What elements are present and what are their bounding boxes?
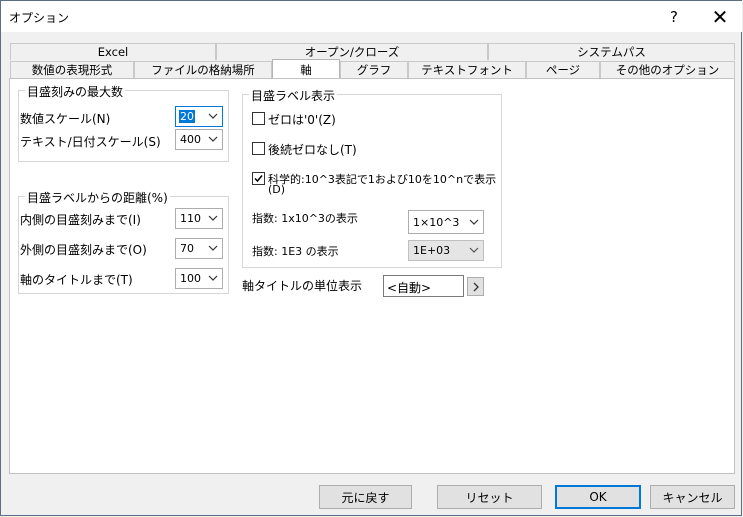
axis-title-distance-label: 軸のタイトルまで(T) xyxy=(20,273,133,287)
tab-graph[interactable]: グラフ xyxy=(340,61,408,78)
chevron-down-icon xyxy=(208,245,218,251)
numeric-scale-label: 数値スケール(N) xyxy=(20,112,111,126)
inner-tick-label: 内側の目盛刻みまで(I) xyxy=(20,213,141,227)
scientific-checkbox-label-line2: (D) xyxy=(268,183,286,196)
tab-row-top: Excel オープン/クローズ システムパス xyxy=(10,43,735,61)
exponent-1e3-select[interactable]: 1E+03 xyxy=(408,240,484,261)
axis-title-unit-button[interactable] xyxy=(467,277,484,296)
outer-tick-label: 外側の目盛刻みまで(O) xyxy=(20,243,147,257)
axis-title-unit-field[interactable]: <自動> xyxy=(383,275,464,297)
axis-title-unit-label: 軸タイトルの単位表示 xyxy=(242,279,363,293)
reset-button[interactable]: リセット xyxy=(437,485,542,509)
chevron-down-icon xyxy=(208,275,218,281)
chevron-down-icon xyxy=(208,136,218,142)
zero-checkbox[interactable] xyxy=(252,112,265,125)
tab-open-close[interactable]: オープン/クローズ xyxy=(216,43,488,60)
tab-excel[interactable]: Excel xyxy=(10,43,216,60)
help-button[interactable]: ? xyxy=(651,1,697,32)
exponent-1e3-label: 指数: 1E3 の表示 xyxy=(252,245,339,258)
axis-title-distance-select[interactable]: 100 xyxy=(175,268,223,289)
outer-tick-value: 70 xyxy=(180,242,194,255)
title-bar: オプション ? ✕ xyxy=(1,1,742,32)
trailing-zero-checkbox-label: 後続ゼロなし(T) xyxy=(268,143,357,157)
inner-tick-select[interactable]: 110 xyxy=(175,208,223,229)
chevron-down-icon xyxy=(208,113,218,119)
close-button[interactable]: ✕ xyxy=(697,1,743,32)
revert-button[interactable]: 元に戻す xyxy=(319,485,412,509)
label-distance-legend: 目盛ラベルからの距離(%) xyxy=(25,189,170,206)
trailing-zero-checkbox[interactable] xyxy=(252,142,265,155)
ok-button[interactable]: OK xyxy=(555,485,641,509)
text-date-scale-select[interactable]: 400 xyxy=(175,129,223,150)
scientific-checkbox[interactable] xyxy=(252,172,265,185)
axis-title-distance-value: 100 xyxy=(180,272,201,285)
text-date-scale-value: 400 xyxy=(180,133,201,146)
exponent-1x10-value: 1×10^3 xyxy=(413,216,460,229)
tick-max-legend: 目盛刻みの最大数 xyxy=(25,83,126,100)
tick-label-display-legend: 目盛ラベル表示 xyxy=(249,87,338,104)
tab-number-format[interactable]: 数値の表現形式 xyxy=(10,61,134,78)
text-date-scale-label: テキスト/日付スケール(S) xyxy=(20,135,161,149)
window-title: オプション xyxy=(9,11,70,25)
scientific-checkbox-label: 科学的:10^3表記で1および10を10^nで表示 xyxy=(268,173,497,186)
numeric-scale-value: 20 xyxy=(179,110,195,123)
tab-other-options[interactable]: その他のオプション xyxy=(600,61,735,78)
zero-checkbox-label: ゼロは'0'(Z) xyxy=(268,113,336,127)
exponent-1x10-label: 指数: 1x10^3の表示 xyxy=(252,212,358,225)
tab-row-bottom: 数値の表現形式 ファイルの格納場所 軸 グラフ テキストフォント ページ その他… xyxy=(10,59,735,79)
chevron-down-icon xyxy=(469,219,479,225)
inner-tick-value: 110 xyxy=(180,212,201,225)
chevron-right-icon xyxy=(473,282,479,291)
axis-tab-panel: 目盛刻みの最大数 数値スケール(N) 20 テキスト/日付スケール(S) 400… xyxy=(9,78,735,474)
exponent-1x10-select[interactable]: 1×10^3 xyxy=(408,210,484,234)
tab-axis[interactable]: 軸 xyxy=(272,59,340,79)
outer-tick-select[interactable]: 70 xyxy=(175,238,223,259)
exponent-1e3-value: 1E+03 xyxy=(413,244,451,257)
tab-file-location[interactable]: ファイルの格納場所 xyxy=(134,61,272,78)
options-dialog: オプション ? ✕ Excel オープン/クローズ システムパス 数値の表現形式… xyxy=(0,0,742,516)
cancel-button[interactable]: キャンセル xyxy=(650,485,735,509)
axis-title-unit-value: <自動> xyxy=(387,281,432,295)
checkmark-icon xyxy=(254,175,263,183)
tab-text-font[interactable]: テキストフォント xyxy=(408,61,526,78)
chevron-down-icon xyxy=(469,247,479,253)
tab-page[interactable]: ページ xyxy=(526,61,600,78)
numeric-scale-select[interactable]: 20 xyxy=(175,106,223,127)
tab-system-path[interactable]: システムパス xyxy=(488,43,735,60)
chevron-down-icon xyxy=(208,215,218,221)
